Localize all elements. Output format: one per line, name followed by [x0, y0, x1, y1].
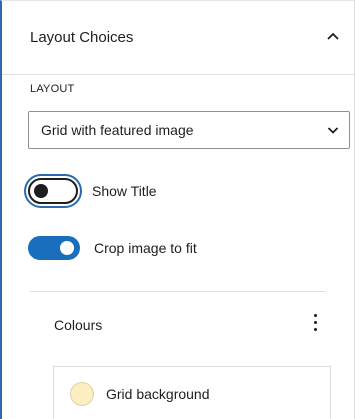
crop-image-toggle[interactable]: [28, 236, 80, 260]
toggle-knob: [34, 184, 48, 198]
kebab-menu-icon[interactable]: [312, 314, 318, 334]
panel-header[interactable]: Layout Choices: [2, 1, 354, 75]
grid-background-colour-item[interactable]: Grid background: [53, 366, 331, 419]
show-title-toggle[interactable]: [24, 174, 82, 208]
layout-section-label: LAYOUT: [30, 83, 75, 95]
show-title-label: Show Title: [92, 183, 157, 199]
show-title-row: Show Title: [24, 174, 157, 208]
layout-select[interactable]: Grid with featured image: [28, 111, 350, 149]
chevron-down-icon: [327, 127, 339, 134]
layout-choices-panel: Layout Choices LAYOUT Grid with featured…: [0, 0, 355, 419]
colour-item-label: Grid background: [106, 385, 210, 402]
colour-swatch: [70, 381, 94, 406]
layout-select-value: Grid with featured image: [41, 122, 194, 138]
colours-heading: Colours: [54, 317, 103, 333]
panel-title: Layout Choices: [30, 29, 134, 46]
toggle-knob: [60, 241, 74, 255]
crop-image-label: Crop image to fit: [94, 240, 197, 256]
section-divider: [30, 291, 326, 292]
chevron-up-icon[interactable]: [326, 31, 340, 41]
crop-image-row: Crop image to fit: [28, 236, 197, 260]
